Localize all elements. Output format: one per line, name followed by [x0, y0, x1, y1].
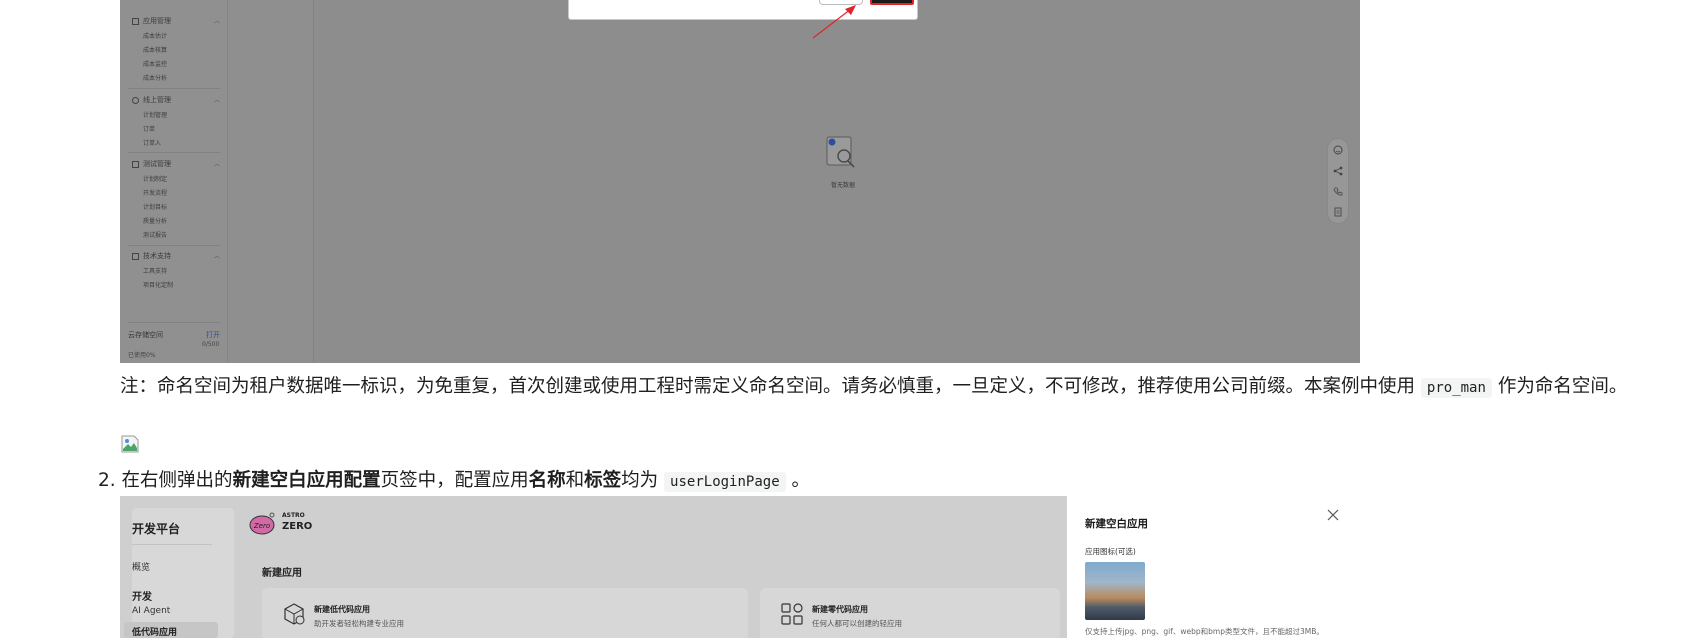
sidebar-item[interactable]: 成本监控: [143, 59, 167, 68]
chevron-up-icon: ︿: [214, 18, 221, 25]
sidebar-item[interactable]: 项目化定制: [143, 280, 173, 289]
screenshot-new-app-panel: 开发平台 概览 开发 AI Agent 低代码应用 Zero ASTRO ZER…: [120, 496, 1360, 638]
logo-text-zero: ZERO: [282, 521, 313, 532]
card-title: 新建零代码应用: [812, 605, 868, 614]
share-icon[interactable]: [1333, 166, 1343, 176]
empty-data-icon: [826, 136, 855, 168]
divider: [128, 322, 220, 323]
dimmed-background: 开发平台 概览 开发 AI Agent 低代码应用 Zero ASTRO ZER…: [120, 496, 1067, 638]
step-2-instruction: 2. 在右侧弹出的新建空白应用配置页签中，配置应用名称和标签均为 userLog…: [98, 470, 811, 492]
chevron-up-icon: ︿: [214, 161, 221, 168]
app-icon: [132, 17, 139, 25]
card-zerocode-app[interactable]: 新建零代码应用 任何人都可以创建的轻应用: [760, 588, 1060, 638]
card-title: 新建低代码应用: [314, 605, 370, 614]
secondary-column: [228, 0, 314, 363]
app-icon-label: 应用图标(可选): [1085, 547, 1136, 556]
bold-config-tab: 新建空白应用配置: [232, 470, 381, 491]
sidebar-item[interactable]: 质量分析: [143, 216, 167, 225]
namespace-note: 注：命名空间为租户数据唯一标识，为免重复，首次创建或使用工程时需定义命名空间。请…: [120, 372, 1665, 403]
sidebar-group-test[interactable]: 测试管理 ︿: [132, 159, 220, 169]
close-icon[interactable]: [1326, 508, 1340, 522]
sidebar-group-online[interactable]: 线上管理 ︿: [132, 95, 220, 105]
nav-title: 开发平台: [132, 522, 181, 536]
logo-text-astro: ASTRO: [282, 512, 305, 519]
sidebar-item[interactable]: 计划管理: [143, 110, 167, 119]
card-desc: 助开发者轻松构建专业应用: [314, 619, 404, 628]
sidebar-item[interactable]: 订单入: [143, 138, 161, 147]
nav-item-overview[interactable]: 概览: [132, 560, 150, 573]
logo-badge-text: Zero: [253, 522, 270, 530]
app-icon-preview[interactable]: [1085, 562, 1145, 620]
arrow-annotation: [812, 5, 856, 39]
broken-image-icon: [121, 435, 139, 453]
panel-title: 新建空白应用: [1085, 518, 1148, 530]
sidebar-item[interactable]: 工具支持: [143, 266, 167, 275]
sidebar-item[interactable]: 成本分析: [143, 73, 167, 82]
divider: [132, 544, 212, 545]
phone-icon[interactable]: [1333, 187, 1343, 197]
chevron-up-icon: ︿: [214, 97, 221, 104]
storage-count: 0/500: [202, 341, 220, 348]
note-text: 注：命名空间为租户数据唯一标识，为免重复，首次创建或使用工程时需定义命名空间。请…: [120, 376, 1416, 397]
nav-item-lowcode-app[interactable]: 低代码应用: [132, 625, 177, 638]
empty-state-text: 暂无数据: [830, 182, 855, 189]
sidebar-group-support[interactable]: 技术支持 ︿: [132, 251, 220, 261]
screenshot-namespace-dialog: 应用管理 ︿ 成本估计 成本核算 成本监控 成本分析 线上管理 ︿ 计划管理 订…: [120, 0, 1360, 363]
cube-icon: [284, 603, 305, 625]
note-text-end: 作为命名空间。: [1497, 376, 1628, 397]
sidebar-item[interactable]: 成本估计: [143, 31, 167, 40]
bold-label: 标签: [584, 470, 622, 491]
divider: [128, 88, 220, 89]
new-blank-app-panel: 新建空白应用 应用图标(可选) 仅支持上传jpg、png、gif、webp和bm…: [1067, 496, 1360, 638]
new-app-title: 新建应用: [262, 568, 302, 579]
grid-icon: [132, 160, 139, 168]
sidebar-item[interactable]: 计划制定: [143, 174, 167, 183]
astro-zero-logo: Zero: [249, 512, 275, 535]
sidebar-item[interactable]: 订单: [143, 124, 155, 133]
sidebar-item[interactable]: 测试报告: [143, 230, 167, 239]
upload-tip: 仅支持上传jpg、png、gif、webp和bmp类型文件，且不能超过3MB。: [1085, 627, 1324, 636]
face-icon[interactable]: [1333, 145, 1343, 155]
left-sidebar: 应用管理 ︿ 成本估计 成本核算 成本监控 成本分析 线上管理 ︿ 计划管理 订…: [120, 0, 228, 363]
apps-grid-icon: [781, 603, 803, 625]
card-lowcode-app[interactable]: 新建低代码应用 助开发者轻松构建专业应用: [262, 588, 748, 638]
inline-code-namespace: pro_man: [1420, 378, 1492, 398]
nav-item-ai-agent[interactable]: AI Agent: [132, 606, 170, 616]
nav-section-develop: 开发: [132, 592, 152, 603]
step-number: 2.: [98, 470, 116, 491]
divider: [128, 245, 220, 246]
divider: [128, 152, 220, 153]
storage-used: 已使用0%: [128, 352, 156, 359]
inline-code-app-name: userLoginPage: [664, 472, 786, 492]
card-desc: 任何人都可以创建的轻应用: [812, 619, 902, 628]
gear-icon: [132, 96, 139, 104]
chevron-up-icon: ︿: [214, 253, 221, 260]
bold-name: 名称: [528, 470, 566, 491]
document-icon[interactable]: [1333, 207, 1343, 217]
floating-toolbar: [1327, 138, 1349, 224]
support-icon: [132, 252, 139, 260]
sidebar-item[interactable]: 计划目标: [143, 202, 167, 211]
storage-label: 云存储空间: [128, 331, 163, 339]
sidebar-group-app[interactable]: 应用管理 ︿: [132, 16, 220, 26]
sidebar-item[interactable]: 开发流程: [143, 188, 167, 197]
sidebar-item[interactable]: 成本核算: [143, 45, 167, 54]
storage-open-link[interactable]: 打开: [206, 330, 220, 340]
